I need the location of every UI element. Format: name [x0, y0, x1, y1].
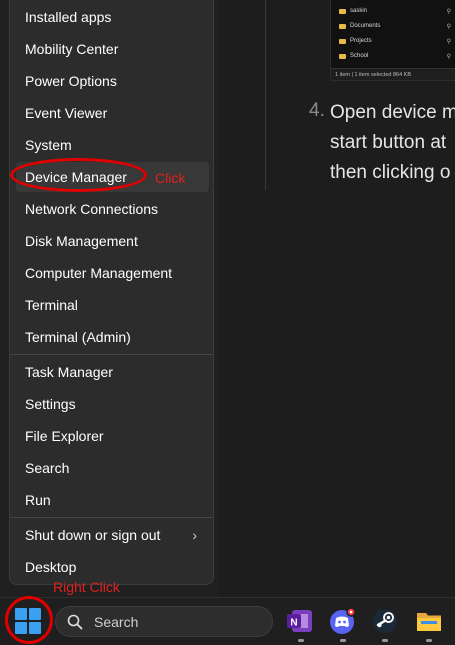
- menu-item-event-viewer[interactable]: Event Viewer: [16, 98, 209, 128]
- menu-item-computer-management[interactable]: Computer Management: [16, 258, 209, 288]
- taskbar-search[interactable]: [55, 606, 273, 637]
- power-user-menu: Installed apps Mobility Center Power Opt…: [9, 0, 214, 585]
- step-text-line: start button at: [330, 132, 447, 153]
- running-indicator: [340, 639, 346, 642]
- pin-icon: ⚲: [446, 53, 451, 60]
- menu-item-terminal[interactable]: Terminal: [16, 290, 209, 320]
- running-indicator: [426, 639, 432, 642]
- menu-item-search[interactable]: Search: [16, 453, 209, 483]
- menu-item-network-connections[interactable]: Network Connections: [16, 194, 209, 224]
- menu-item-installed-apps[interactable]: Installed apps: [16, 2, 209, 32]
- taskbar: N: [0, 597, 455, 645]
- menu-item-mobility-center[interactable]: Mobility Center: [16, 34, 209, 64]
- windows-logo-tile: [15, 608, 27, 620]
- pin-icon: ⚲: [446, 8, 451, 15]
- article-divider: [265, 0, 266, 190]
- menu-separator: [10, 517, 213, 518]
- menu-item-desktop[interactable]: Desktop: [16, 552, 209, 582]
- step-text-line: then clicking o: [330, 162, 451, 183]
- folder-icon: [339, 53, 346, 59]
- explorer-row: School ⚲: [339, 50, 451, 62]
- pin-icon: ⚲: [446, 23, 451, 30]
- menu-item-disk-management[interactable]: Disk Management: [16, 226, 209, 256]
- menu-item-system[interactable]: System: [16, 130, 209, 160]
- file-explorer-icon[interactable]: [415, 607, 443, 635]
- running-indicator: [382, 639, 388, 642]
- folder-icon: [339, 38, 346, 44]
- windows-logo-tile: [29, 608, 41, 620]
- menu-item-shut-down-or-sign-out[interactable]: Shut down or sign out ›: [16, 520, 209, 550]
- menu-item-settings[interactable]: Settings: [16, 389, 209, 419]
- menu-item-terminal-admin[interactable]: Terminal (Admin): [16, 322, 209, 352]
- annotation-click: Click: [155, 170, 186, 186]
- step-text-line: Open device m: [330, 102, 455, 123]
- file-explorer-screenshot: saskin ⚲ Documents ⚲ Projects ⚲ School ⚲…: [330, 0, 455, 81]
- discord-icon[interactable]: [329, 607, 357, 635]
- pin-icon: ⚲: [446, 38, 451, 45]
- folder-icon: [339, 23, 346, 29]
- explorer-status-bar: 1 item | 1 item selected 864 KB: [331, 68, 455, 80]
- start-button[interactable]: [15, 608, 41, 634]
- folder-icon: [339, 8, 346, 14]
- menu-item-power-options[interactable]: Power Options: [16, 66, 209, 96]
- svg-text:N: N: [290, 618, 297, 629]
- steam-icon[interactable]: [371, 607, 399, 635]
- menu-item-run[interactable]: Run: [16, 485, 209, 515]
- windows-logo-tile: [15, 622, 27, 634]
- chevron-right-icon: ›: [192, 527, 197, 543]
- explorer-row: Projects ⚲: [339, 35, 451, 47]
- running-indicator: [298, 639, 304, 642]
- step-number: 4.: [309, 100, 325, 121]
- onenote-icon[interactable]: N: [286, 607, 314, 635]
- explorer-row: saskin ⚲: [339, 5, 451, 17]
- menu-separator: [10, 354, 213, 355]
- article-background: [218, 0, 455, 597]
- search-input[interactable]: [92, 612, 246, 631]
- menu-item-file-explorer[interactable]: File Explorer: [16, 421, 209, 451]
- search-icon: [67, 614, 83, 629]
- menu-item-task-manager[interactable]: Task Manager: [16, 357, 209, 387]
- windows-logo-tile: [29, 622, 41, 634]
- explorer-row: Documents ⚲: [339, 20, 451, 32]
- annotation-right-click: Right Click: [53, 579, 120, 595]
